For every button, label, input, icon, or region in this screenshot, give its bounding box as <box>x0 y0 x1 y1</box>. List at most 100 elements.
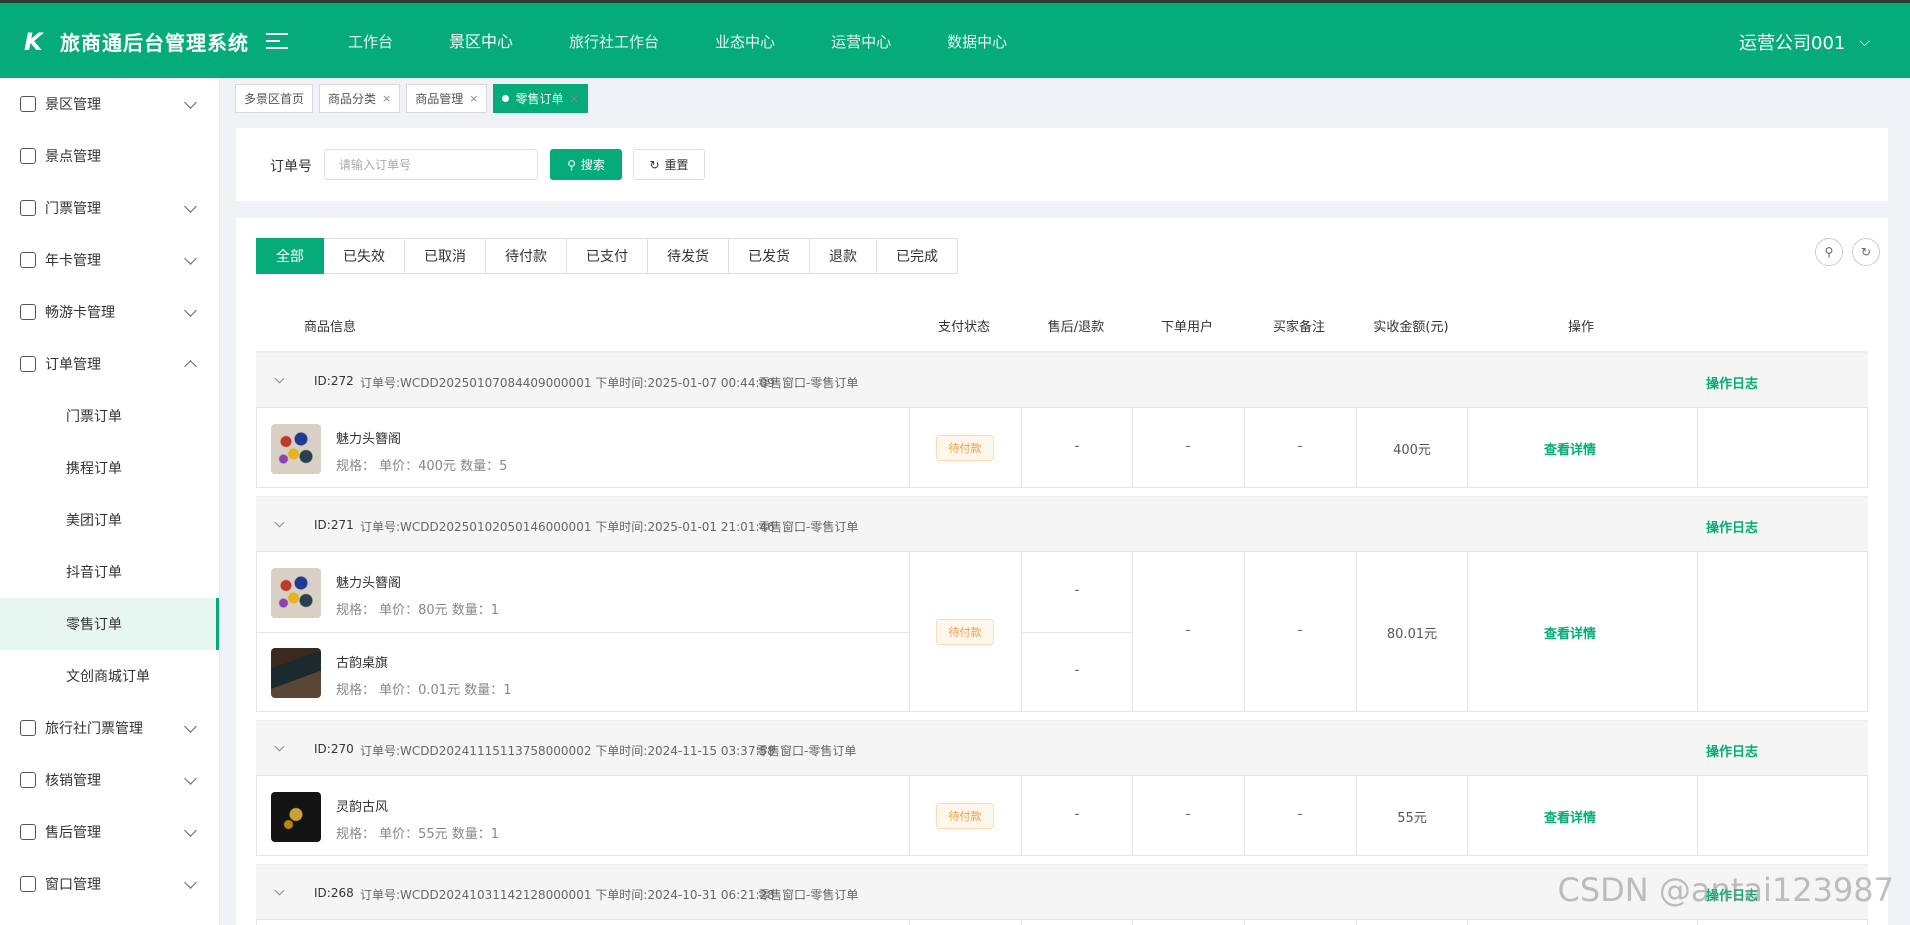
column-divider <box>909 552 910 711</box>
page-tab[interactable]: 商品管理 × <box>406 84 488 113</box>
operation-log-link[interactable]: 操作日志 <box>1706 373 1758 392</box>
status-tab[interactable]: 待发货 <box>648 238 729 274</box>
sidebar-item[interactable]: 售后管理 <box>0 806 219 858</box>
row-divider <box>1021 632 1132 633</box>
refresh-icon[interactable]: ↻ <box>1852 238 1880 266</box>
active-dot-icon <box>502 95 510 102</box>
reset-button-label: 重置 <box>664 158 689 172</box>
view-detail-link[interactable]: 查看详情 <box>1544 623 1596 642</box>
status-tab[interactable]: 已完成 <box>877 238 958 274</box>
sidebar-item[interactable]: 窗口管理 <box>0 858 219 910</box>
page-tab-label: 商品管理 <box>415 92 464 106</box>
view-detail-link[interactable]: 查看详情 <box>1544 439 1596 458</box>
status-tab[interactable]: 已失效 <box>324 238 405 274</box>
order-group-body <box>256 920 1868 925</box>
chevron-down-icon[interactable] <box>274 373 285 384</box>
sidebar-icon <box>20 96 36 112</box>
page-tab[interactable]: 多景区首页 <box>235 84 314 113</box>
column-divider <box>1697 408 1698 487</box>
view-detail-link[interactable]: 查看详情 <box>1544 807 1596 826</box>
sidebar-item[interactable]: 年卡管理 <box>0 234 219 286</box>
column-header: 售后/退款 <box>1047 320 1105 335</box>
user-menu[interactable]: 运营公司001 ⌵ <box>1739 29 1870 55</box>
sidebar-icon <box>20 720 36 736</box>
sidebar-item[interactable]: 订单管理 <box>0 338 219 390</box>
order-info: 订单号:WCDD20250102050146000001 下单时间:2025-0… <box>360 520 775 534</box>
brand-logo: K <box>24 27 43 56</box>
operation-log-link[interactable]: 操作日志 <box>1706 741 1758 760</box>
topnav-item[interactable]: 数据中心 <box>919 3 1035 81</box>
order-no-label: 订单号 <box>270 159 312 175</box>
buyer-remark: - <box>1297 623 1303 638</box>
chevron-up-icon <box>184 360 197 373</box>
sidebar-item-label: 窗口管理 <box>45 877 101 893</box>
page-tab[interactable]: 商品分类 × <box>319 84 401 113</box>
topnav-item[interactable]: 旅行社工作台 <box>541 3 687 81</box>
order-id: ID:272 <box>314 374 354 388</box>
search-button[interactable]: ⚲ 搜索 <box>550 149 622 180</box>
column-divider <box>1356 408 1357 487</box>
sidebar-subitem[interactable]: 门票订单 <box>0 390 219 442</box>
sidebar-subitem[interactable]: 美团订单 <box>0 494 219 546</box>
sidebar-item[interactable]: 景区管理 <box>0 78 219 130</box>
status-tab[interactable]: 待付款 <box>486 238 567 274</box>
sidebar-icon <box>20 772 36 788</box>
operation-log-link[interactable]: 操作日志 <box>1706 517 1758 536</box>
product-row: 古韵桌旗 规格： 单价：0.01元 数量：1 <box>257 632 909 712</box>
reset-button[interactable]: ↻ 重置 <box>633 149 705 180</box>
order-id: ID:270 <box>314 742 354 756</box>
pay-status-badge: 待付款 <box>936 803 994 829</box>
sidebar-item-label: 畅游卡管理 <box>45 305 115 321</box>
chevron-down-icon[interactable] <box>274 885 285 896</box>
sidebar-subitem[interactable]: 文创商城订单 <box>0 650 219 702</box>
order-amount: 80.01元 <box>1386 627 1438 642</box>
status-tab[interactable]: 已发货 <box>729 238 810 274</box>
close-icon[interactable]: × <box>570 92 579 105</box>
menu-toggle-icon[interactable] <box>266 33 288 51</box>
topnav-item[interactable]: 景区中心 <box>421 3 541 81</box>
topnav-item[interactable]: 运营中心 <box>803 3 919 81</box>
order-group: ID:271 订单号:WCDD20250102050146000001 下单时间:… <box>256 496 1868 712</box>
column-divider <box>1244 408 1245 487</box>
chevron-down-icon[interactable] <box>274 517 285 528</box>
sidebar-item[interactable]: 景点管理 <box>0 130 219 182</box>
order-group-body: 灵韵古风 规格： 单价：55元 数量：1 待付款 - - - 55元 查看详情 <box>256 776 1868 856</box>
status-tab[interactable]: 已取消 <box>405 238 486 274</box>
topnav-item[interactable]: 业态中心 <box>687 3 803 81</box>
chevron-down-icon <box>184 252 197 265</box>
sidebar-item[interactable]: 门票管理 <box>0 182 219 234</box>
order-user: - <box>1185 439 1191 454</box>
order-no-input[interactable] <box>324 149 538 180</box>
order-group-body: 魅力头簪阁 规格： 单价：400元 数量：5 待付款 - - - 400元 查看详情 <box>256 408 1868 488</box>
page-tab[interactable]: 零售订单 × <box>493 84 588 113</box>
page-tabs: 多景区首页 商品分类 × 商品管理 × 零售订单 × <box>235 84 588 113</box>
column-divider <box>1356 920 1357 925</box>
order-id: ID:271 <box>314 518 354 532</box>
status-tab[interactable]: 已支付 <box>567 238 648 274</box>
chevron-down-icon <box>184 876 197 889</box>
column-header: 商品信息 <box>304 320 357 335</box>
order-amount: 400元 <box>1393 443 1431 458</box>
close-icon[interactable]: × <box>382 92 391 105</box>
sidebar-subitem[interactable]: 抖音订单 <box>0 546 219 598</box>
column-divider <box>1132 552 1133 711</box>
product-image <box>271 792 321 842</box>
brand[interactable]: K 旅商通后台管理系统 <box>24 27 249 56</box>
topnav-item[interactable]: 工作台 <box>320 3 421 81</box>
sidebar-item[interactable]: 畅游卡管理 <box>0 286 219 338</box>
status-tab[interactable]: 退款 <box>810 238 877 274</box>
order-group-body: 魅力头簪阁 规格： 单价：80元 数量：1 古韵桌旗 规格： 单价：0.01元 数量：… <box>256 552 1868 712</box>
order-user: - <box>1185 623 1191 638</box>
search-toggle-icon[interactable]: ⚲ <box>1815 238 1843 266</box>
sidebar-subitem[interactable]: 携程订单 <box>0 442 219 494</box>
top-navbar: K 旅商通后台管理系统 工作台 景区中心 旅行社工作台 业态中心 运营中心 数据中心 运营… <box>0 0 1910 78</box>
sidebar-item[interactable]: 旅行社门票管理 <box>0 702 219 754</box>
sidebar-item[interactable]: 核销管理 <box>0 754 219 806</box>
close-icon[interactable]: × <box>469 92 478 105</box>
refund-status: - <box>1074 807 1080 822</box>
sidebar-item-label: 门票管理 <box>45 201 101 217</box>
status-tab[interactable]: 全部 <box>256 238 324 274</box>
sidebar-subitem[interactable]: 零售订单 <box>0 598 219 650</box>
chevron-down-icon[interactable] <box>274 741 285 752</box>
buyer-remark: - <box>1297 807 1303 822</box>
